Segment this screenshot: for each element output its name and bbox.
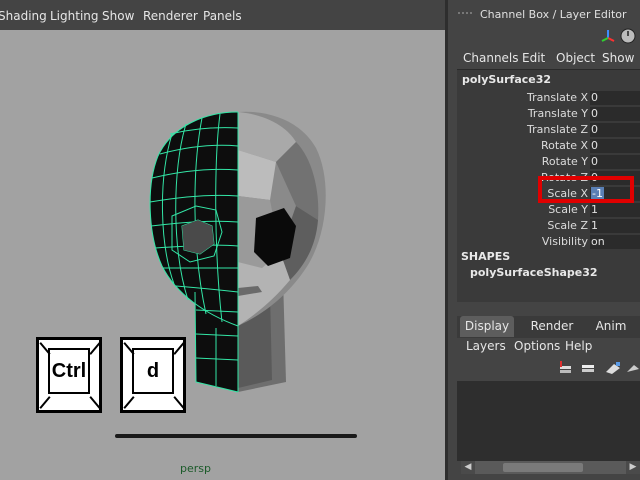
tab-display[interactable]: Display bbox=[460, 316, 514, 337]
ctrl-key-label: Ctrl bbox=[48, 348, 90, 394]
layer-list[interactable] bbox=[457, 381, 640, 461]
scroll-left-icon[interactable]: ◀ bbox=[461, 461, 475, 474]
tab-anim[interactable]: Anim bbox=[588, 316, 634, 337]
menu-layers[interactable]: Layers bbox=[466, 339, 506, 353]
grip-dot bbox=[462, 12, 464, 14]
channel-box-title: Channel Box / Layer Editor bbox=[480, 8, 627, 21]
new-layer-icon[interactable] bbox=[557, 360, 573, 376]
new-layer-selected-icon[interactable] bbox=[580, 360, 596, 376]
attr-value-translate-y[interactable]: 0 bbox=[590, 107, 640, 121]
attr-value-translate-z[interactable]: 0 bbox=[590, 123, 640, 137]
scale-x-highlight-box bbox=[538, 176, 634, 203]
shape-name[interactable]: polySurfaceShape32 bbox=[470, 266, 598, 279]
axis-icon[interactable] bbox=[600, 28, 616, 44]
grip-dot bbox=[458, 12, 460, 14]
attr-label-rotate-y[interactable]: Rotate Y bbox=[542, 155, 588, 168]
grip-dot bbox=[466, 12, 468, 14]
ground-shadow bbox=[115, 434, 357, 438]
attr-label-translate-z[interactable]: Translate Z bbox=[527, 123, 588, 136]
attr-label-visibility[interactable]: Visibility bbox=[542, 235, 588, 248]
menu-help[interactable]: Help bbox=[565, 339, 592, 353]
attr-value-rotate-x[interactable]: 0 bbox=[590, 139, 640, 153]
menu-panels[interactable]: Panels bbox=[203, 9, 242, 23]
horizontal-scrollbar[interactable]: ◀ ▶ bbox=[461, 461, 640, 474]
menu-edit[interactable]: Edit bbox=[522, 51, 545, 65]
menu-object[interactable]: Object bbox=[556, 51, 595, 65]
object-name[interactable]: polySurface32 bbox=[462, 73, 551, 86]
ctrl-key-icon: Ctrl bbox=[36, 337, 102, 413]
menu-renderer[interactable]: Renderer bbox=[143, 9, 198, 23]
history-icon[interactable] bbox=[620, 28, 636, 44]
attr-label-scale-z[interactable]: Scale Z bbox=[547, 219, 588, 232]
camera-label: persp bbox=[180, 462, 211, 475]
viewport-menubar: Shading Lighting Show Renderer Panels bbox=[0, 0, 447, 30]
attr-label-translate-y[interactable]: Translate Y bbox=[528, 107, 588, 120]
menu-show-cb[interactable]: Show bbox=[602, 51, 634, 65]
scroll-thumb[interactable] bbox=[503, 463, 583, 472]
menu-shading[interactable]: Shading bbox=[0, 9, 47, 23]
tab-render[interactable]: Render bbox=[526, 316, 578, 337]
menu-lighting[interactable]: Lighting bbox=[50, 9, 99, 23]
attr-value-translate-x[interactable]: 0 bbox=[590, 91, 640, 105]
menu-options[interactable]: Options bbox=[514, 339, 560, 353]
menu-channels[interactable]: Channels bbox=[463, 51, 519, 65]
scroll-right-icon[interactable]: ▶ bbox=[626, 461, 640, 474]
layer-options-icon[interactable] bbox=[604, 360, 622, 376]
menu-show[interactable]: Show bbox=[102, 9, 134, 23]
attr-value-rotate-y[interactable]: 0 bbox=[590, 155, 640, 169]
attr-value-scale-y[interactable]: 1 bbox=[590, 203, 640, 217]
grip-dot bbox=[470, 12, 472, 14]
d-key-icon: d bbox=[120, 337, 186, 413]
attr-value-scale-z[interactable]: 1 bbox=[590, 219, 640, 233]
attr-value-visibility[interactable]: on bbox=[590, 235, 640, 249]
d-key-label: d bbox=[132, 348, 174, 394]
shapes-header: SHAPES bbox=[461, 250, 511, 263]
attr-label-translate-x[interactable]: Translate X bbox=[527, 91, 588, 104]
layer-extra-icon[interactable] bbox=[626, 360, 640, 376]
attr-label-rotate-x[interactable]: Rotate X bbox=[541, 139, 588, 152]
attr-label-scale-y[interactable]: Scale Y bbox=[548, 203, 588, 216]
